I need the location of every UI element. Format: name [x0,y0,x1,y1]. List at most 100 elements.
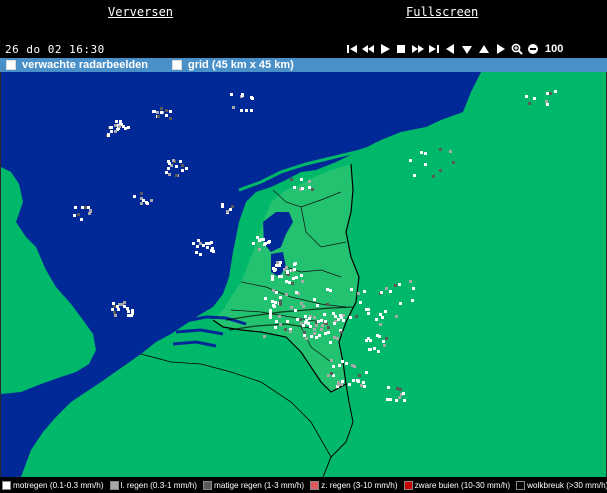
pan-down-icon[interactable] [460,42,475,57]
rain-pixel [87,206,90,209]
rain-pixel [127,314,130,317]
pan-up-icon[interactable] [476,42,491,57]
zoom-in-icon[interactable] [509,42,524,57]
rain-pixel [389,398,392,401]
rain-pixel [305,337,308,340]
rain-pixel [402,392,405,395]
rain-pixel [348,383,351,386]
step-back-icon[interactable] [361,42,376,57]
rain-pixel [332,312,335,315]
pan-right-icon[interactable] [493,42,508,57]
legend-label: zware buien (10-30 mm/h) [414,481,511,490]
checkbox-box[interactable] [172,60,182,70]
rain-pixel [324,332,327,335]
play-icon[interactable] [377,42,392,57]
rain-pixel [302,324,305,327]
rain-pixel [333,336,336,339]
rain-pixel [320,319,323,322]
rain-pixel [250,96,253,99]
rain-pixel [295,291,298,294]
rain-pixel [377,350,380,353]
stop-icon[interactable] [394,42,409,57]
rain-pixel [140,202,143,205]
rain-pixel [327,326,330,329]
rain-pixel [357,380,360,383]
rain-pixel [172,159,175,162]
playback-controls: 100 [344,41,563,57]
rain-pixel [315,324,318,327]
rain-pixel [386,398,389,401]
rain-pixel [357,292,360,295]
radar-map[interactable] [0,72,607,477]
step-forward-icon[interactable] [410,42,425,57]
rain-pixel [290,178,293,181]
forecast-radar-checkbox[interactable]: verwachte radarbeelden [6,58,148,72]
rain-pixel [528,102,531,105]
rain-pixel [160,111,163,114]
rain-pixel [292,277,295,280]
zoom-out-icon[interactable] [526,42,541,57]
rain-pixel [107,134,110,137]
rain-pixel [525,95,528,98]
rain-pixel [240,109,243,112]
rain-pixel [323,313,326,316]
rain-pixel [294,309,297,312]
rain-pixel [124,127,127,130]
rain-pixel [439,169,442,172]
pan-left-icon[interactable] [443,42,458,57]
rain-pixel [383,344,386,347]
rain-pixel [273,305,276,308]
rain-pixel [252,242,255,245]
rain-pixel [546,103,549,106]
rain-pixel [334,315,337,318]
rain-pixel [142,199,145,202]
grid-checkbox[interactable]: grid (45 km x 45 km) [172,58,294,72]
rain-pixel [303,331,306,334]
rain-pixel [197,239,200,242]
legend-item: matige regen (1-3 mm/h) [201,481,304,490]
legend-label: motregen (0.1-0.3 mm/h) [13,481,104,490]
rain-pixel [274,268,277,271]
rain-pixel [272,289,275,292]
rain-pixel [313,298,316,301]
rain-pixel [424,163,427,166]
rain-pixel [286,271,289,274]
skip-last-icon[interactable] [427,42,442,57]
rain-pixel [210,249,213,252]
rain-pixel [160,107,163,110]
rain-pixel [363,385,366,388]
rain-pixel [114,130,117,133]
rain-pixel [355,315,358,318]
legend-item: motregen (0.1-0.3 mm/h) [0,481,104,490]
refresh-link[interactable]: Verversen [108,5,173,19]
legend-swatch [203,481,213,490]
rain-pixel [285,280,288,283]
rain-pixel [232,106,235,109]
rain-pixel [167,160,170,163]
rain-pixel [196,245,199,248]
rain-pixel [326,288,329,291]
rain-pixel [275,320,278,323]
rain-pixel [199,253,202,256]
rain-pixel [279,300,282,303]
rain-pixel [373,347,376,350]
rain-pixel [336,337,339,340]
rain-pixel [268,240,271,243]
rain-pixel [109,126,112,129]
rain-pixel [165,171,168,174]
fullscreen-link[interactable]: Fullscreen [406,5,478,19]
legend-item: l. regen (0.3-1 mm/h) [108,481,197,490]
rain-pixel [110,130,113,133]
rain-pixel [118,125,121,128]
skip-first-icon[interactable] [344,42,359,57]
rain-pixel [326,303,329,306]
rain-pixel [199,242,202,245]
rain-pixel [88,212,91,215]
rain-pixel [279,323,282,326]
rain-pixel [395,315,398,318]
rain-pixel [420,151,423,154]
rain-pixel [113,311,116,314]
rain-pixel [167,167,170,170]
rain-pixel [89,209,92,212]
checkbox-box[interactable] [6,60,16,70]
